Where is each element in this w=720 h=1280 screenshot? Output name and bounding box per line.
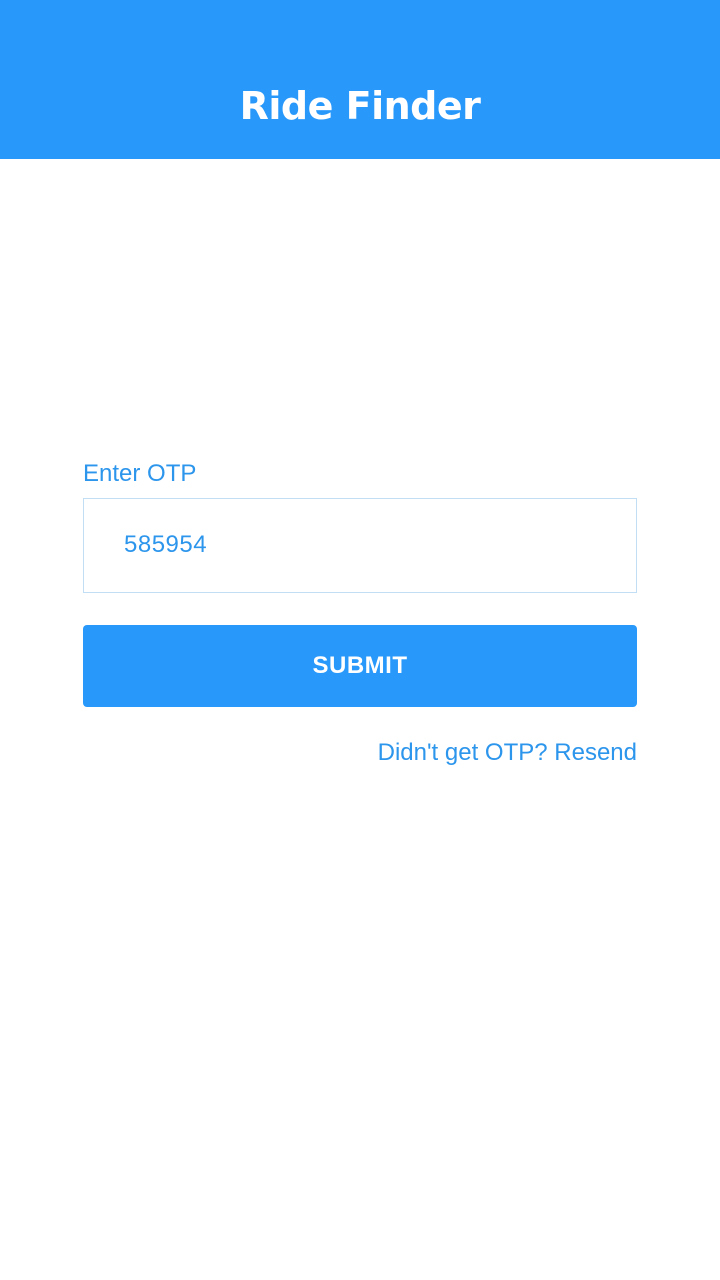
otp-input-value: 585954: [124, 531, 208, 558]
app-title: Ride Finder: [239, 84, 481, 128]
resend-otp-link[interactable]: Didn't get OTP? Resend: [378, 739, 637, 766]
resend-row: Didn't get OTP? Resend: [83, 738, 637, 768]
submit-button[interactable]: SUBMIT: [83, 625, 637, 707]
otp-input[interactable]: 585954: [83, 498, 637, 593]
submit-button-label: SUBMIT: [312, 652, 408, 679]
otp-label: Enter OTP: [83, 460, 197, 487]
app-bar: Ride Finder: [0, 0, 720, 159]
